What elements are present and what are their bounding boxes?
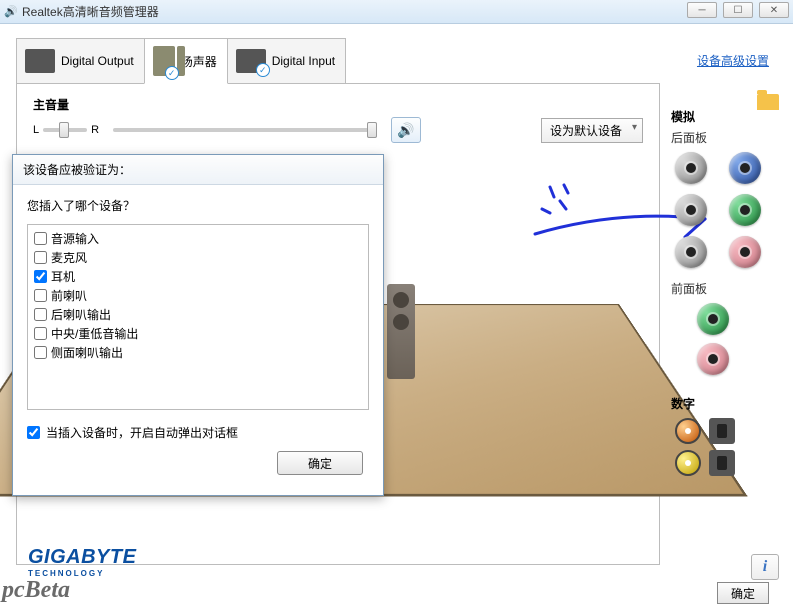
jack-rear-blue[interactable] — [729, 152, 761, 184]
list-item[interactable]: 音源输入 — [34, 229, 362, 248]
checkbox[interactable] — [34, 232, 47, 245]
side-panel: 模拟 后面板 前面板 数字 — [669, 100, 783, 540]
jack-rear-pink[interactable] — [729, 236, 761, 268]
checkbox[interactable] — [34, 308, 47, 321]
info-button[interactable]: i — [751, 554, 779, 580]
dialog-ok-button[interactable]: 确定 — [277, 451, 363, 475]
front-panel-label: 前面板 — [671, 280, 783, 297]
list-item[interactable]: 前喇叭 — [34, 286, 362, 305]
tab-digital-output[interactable]: Digital Output — [16, 38, 145, 84]
optical-2[interactable] — [709, 450, 735, 476]
list-item[interactable]: 后喇叭输出 — [34, 305, 362, 324]
folder-icon[interactable] — [757, 94, 779, 110]
volume-slider[interactable] — [113, 128, 377, 132]
dialog-title: 该设备应被验证为： — [13, 155, 383, 185]
list-item[interactable]: 侧面喇叭输出 — [34, 343, 362, 362]
brand-name: GIGABYTE — [28, 546, 136, 568]
footer-ok-button[interactable]: 确定 — [717, 582, 769, 604]
window-title: Realtek高清晰音频管理器 — [22, 3, 159, 20]
jack-rear-gray[interactable] — [675, 152, 707, 184]
advanced-settings-link[interactable]: 设备高级设置 — [697, 52, 769, 69]
jack-front-green[interactable] — [697, 303, 729, 335]
jack-rear-gray-2[interactable] — [675, 194, 707, 226]
app-icon: 🔊 — [4, 5, 18, 19]
checkbox[interactable] — [34, 327, 47, 340]
window-titlebar: 🔊 Realtek高清晰音频管理器 ─ ☐ ✕ — [0, 0, 793, 24]
mute-button[interactable]: 🔊 — [391, 117, 421, 143]
default-device-label: 设为默认设备 — [550, 124, 622, 138]
auto-popup-option[interactable]: 当插入设备时，开启自动弹出对话框 — [27, 424, 369, 441]
brand-logo: GIGABYTE TECHNOLOGY — [28, 546, 136, 578]
tab-label: 扬声器 — [181, 53, 217, 70]
device-icon: ✓ — [236, 49, 266, 73]
tab-label: Digital Input — [272, 54, 335, 68]
watermark: pcBeta — [2, 577, 70, 604]
speaker-3d-icon — [387, 284, 415, 379]
list-item[interactable]: 麦克风 — [34, 248, 362, 267]
list-item[interactable]: 中央/重低音输出 — [34, 324, 362, 343]
optical-1[interactable] — [709, 418, 735, 444]
jack-rear-green[interactable] — [729, 194, 761, 226]
coax-orange[interactable] — [675, 418, 701, 444]
close-button[interactable]: ✕ — [759, 2, 789, 18]
balance-right-label: R — [91, 124, 99, 136]
default-device-dropdown[interactable]: 设为默认设备 — [541, 118, 643, 143]
dialog-question: 您插入了哪个设备？ — [27, 197, 369, 214]
checkbox[interactable] — [34, 346, 47, 359]
analog-title: 模拟 — [671, 108, 783, 125]
checkbox[interactable] — [34, 289, 47, 302]
coax-yellow[interactable] — [675, 450, 701, 476]
minimize-button[interactable]: ─ — [687, 2, 717, 18]
auto-popup-label: 当插入设备时，开启自动弹出对话框 — [46, 424, 238, 441]
balance-slider[interactable]: L R — [33, 124, 99, 136]
digital-title: 数字 — [671, 395, 783, 412]
list-item[interactable]: 耳机 — [34, 267, 362, 286]
device-icon — [25, 49, 55, 73]
tab-digital-input[interactable]: ✓ Digital Input — [227, 38, 346, 84]
jack-front-pink[interactable] — [697, 343, 729, 375]
device-verify-dialog: 该设备应被验证为： 您插入了哪个设备？ 音源输入 麦克风 耳机 前喇叭 后喇叭输… — [12, 154, 384, 496]
tab-label: Digital Output — [61, 54, 134, 68]
auto-popup-checkbox[interactable] — [27, 426, 40, 439]
rear-panel-label: 后面板 — [671, 129, 783, 146]
volume-label: 主音量 — [33, 96, 643, 113]
checkbox[interactable] — [34, 270, 47, 283]
checkbox[interactable] — [34, 251, 47, 264]
device-option-list: 音源输入 麦克风 耳机 前喇叭 后喇叭输出 中央/重低音输出 侧面喇叭输出 — [27, 224, 369, 410]
maximize-button[interactable]: ☐ — [723, 2, 753, 18]
speaker-icon: ✓ — [153, 46, 175, 76]
device-tabs: Digital Output ✓ 扬声器 ✓ Digital Input — [16, 38, 345, 84]
jack-rear-gray-3[interactable] — [675, 236, 707, 268]
balance-left-label: L — [33, 124, 39, 136]
tab-speakers[interactable]: ✓ 扬声器 — [144, 38, 228, 84]
